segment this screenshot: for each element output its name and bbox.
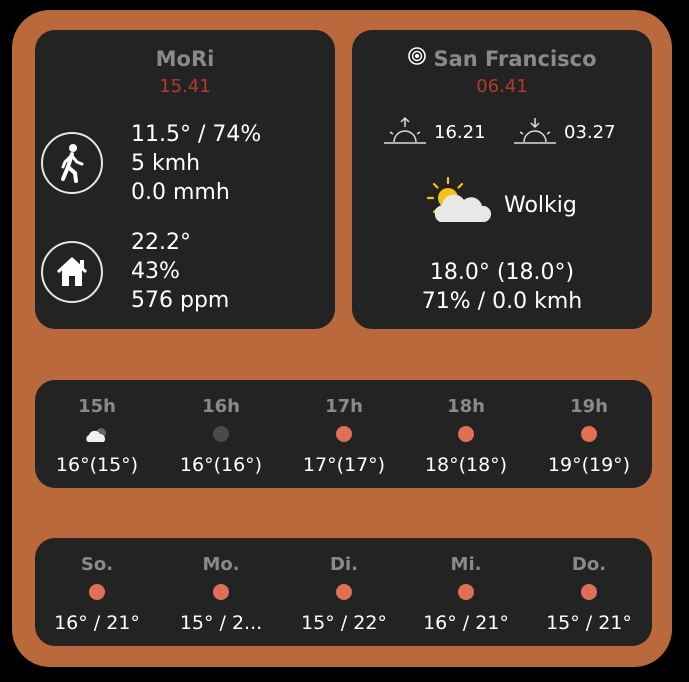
daily-temperature: 15° / 22° <box>301 612 387 634</box>
city-time: 06.41 <box>476 76 528 97</box>
hourly-label: 15h <box>78 396 116 417</box>
home-time: 15.41 <box>159 76 211 97</box>
daily-temperature: 16° / 21° <box>54 612 140 634</box>
weather-widget: MoRi 15.41 11.5° / 74% 5 kmh 0.0 mmh 22.… <box>12 10 672 667</box>
daily-label: Do. <box>571 554 607 575</box>
daily-temperature: 15° / 21° <box>546 612 632 634</box>
partly-cloudy-icon <box>426 176 494 230</box>
hourly-label: 19h <box>570 396 608 417</box>
indoor-temp: 22.2° <box>131 230 191 255</box>
city-title: San Francisco <box>433 47 597 71</box>
weather-condition: Wolkig <box>504 193 577 218</box>
daily-label: Mi. <box>450 554 482 575</box>
orange-dot-icon <box>284 584 404 600</box>
city-humidity-wind: 71% / 0.0 kmh <box>421 289 583 314</box>
orange-dot-icon <box>161 584 281 600</box>
daily-temperature: 16° / 21° <box>423 612 509 634</box>
hourly-temperature: 19°(19°) <box>547 454 631 476</box>
hourly-forecast: 15h 16°(15°) 16h 16°(16°) 17h 17°(17°) 18h 18°(… <box>35 380 652 488</box>
location-target-icon <box>407 46 427 71</box>
city-title-row: San Francisco <box>352 46 652 73</box>
dark-dot-icon <box>161 426 281 442</box>
sunrise-icon <box>384 116 426 150</box>
orange-dot-icon <box>529 584 649 600</box>
sunrise-time: 16.21 <box>434 122 486 143</box>
indoor-values: 22.2° 43% 576 ppm <box>131 228 229 315</box>
outdoor-temp-humidity: 11.5° / 74% <box>131 122 262 147</box>
daily-forecast: So. 16° / 21° Mo. 15° / 2... Di. 15° / 22° Mi.… <box>35 538 652 646</box>
city-panel[interactable]: San Francisco 06.41 16.21 03.27 Wolkig 1… <box>352 30 652 329</box>
hourly-label: 18h <box>447 396 485 417</box>
orange-dot-icon <box>406 584 526 600</box>
indoor-humidity: 43% <box>131 259 180 284</box>
sunset-time: 03.27 <box>564 122 616 143</box>
walking-person-icon <box>41 132 103 194</box>
hourly-temperature: 16°(15°) <box>55 454 139 476</box>
orange-dot-icon <box>284 426 404 442</box>
house-icon <box>41 241 103 303</box>
partly-cloudy-night-icon <box>37 426 157 442</box>
daily-temperature: 15° / 2... <box>179 612 263 634</box>
daily-label: So. <box>80 554 114 575</box>
orange-dot-icon <box>529 426 649 442</box>
outdoor-values: 11.5° / 74% 5 kmh 0.0 mmh <box>131 120 261 207</box>
city-temperature: 18.0° (18.0°) <box>429 260 575 285</box>
outdoor-wind: 5 kmh <box>131 151 201 176</box>
outdoor-rain: 0.0 mmh <box>131 180 230 205</box>
home-panel[interactable]: MoRi 15.41 11.5° / 74% 5 kmh 0.0 mmh 22.… <box>35 30 335 329</box>
hourly-label: 16h <box>202 396 240 417</box>
orange-dot-icon <box>37 584 157 600</box>
hourly-temperature: 18°(18°) <box>424 454 508 476</box>
sunset-icon <box>514 116 556 150</box>
hourly-temperature: 16°(16°) <box>179 454 263 476</box>
orange-dot-icon <box>406 426 526 442</box>
daily-label: Mo. <box>202 554 240 575</box>
hourly-label: 17h <box>325 396 363 417</box>
daily-label: Di. <box>330 554 358 575</box>
indoor-co2: 576 ppm <box>131 288 230 313</box>
hourly-temperature: 17°(17°) <box>302 454 386 476</box>
home-title: MoRi <box>155 47 215 71</box>
